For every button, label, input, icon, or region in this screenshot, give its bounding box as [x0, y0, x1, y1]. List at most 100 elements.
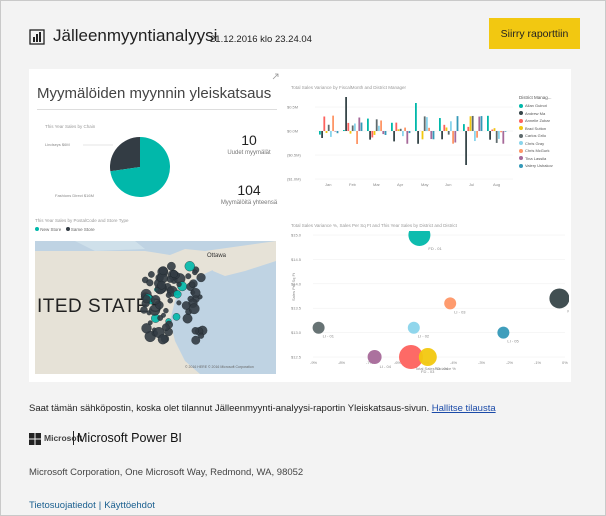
bar-legend-item: Chris Gray [519, 141, 569, 146]
bar [380, 120, 382, 131]
legend-label: Annelie Zubar [525, 118, 550, 123]
bar [336, 131, 339, 134]
bar [498, 131, 500, 139]
y-tick: $15.0 [291, 233, 302, 238]
bar [426, 117, 428, 131]
pie-label: Fashions Direct $16M [55, 193, 94, 198]
go-to-report-button[interactable]: Siirry raporttiin [489, 18, 580, 49]
bar [345, 97, 347, 131]
x-tick: -1% [534, 360, 542, 365]
store-dot [162, 323, 170, 332]
map-title: This Year Sales by PostalCode and Store … [35, 218, 129, 223]
bar [463, 124, 465, 131]
legend-dot [519, 111, 523, 115]
bar [487, 115, 489, 131]
store-dot [198, 332, 205, 339]
bubble-label: FD - 01 [428, 246, 442, 251]
bar [343, 130, 345, 131]
store-dot [158, 266, 168, 276]
legend-label: Chris McGurk [525, 148, 550, 153]
bar [391, 122, 393, 131]
report-snapshot[interactable]: Myymälöiden myynnin yleiskatsaus This Ye… [29, 69, 571, 382]
x-tick: Jan [325, 182, 331, 187]
terms-link[interactable]: Käyttöehdot [104, 500, 155, 511]
x-tick: May [421, 182, 429, 187]
bar [495, 131, 498, 143]
pie-slice [110, 137, 140, 172]
expand-icon[interactable] [272, 73, 279, 80]
privacy-link[interactable]: Tietosuojatiedot [29, 500, 96, 511]
bar [447, 131, 450, 135]
bar [428, 127, 430, 131]
bar [349, 131, 352, 134]
bar [384, 131, 387, 135]
x-tick: 0% [562, 360, 568, 365]
bubble [444, 297, 457, 310]
y-tick: $0.0M [287, 129, 298, 134]
bar [356, 131, 358, 144]
store-dot [192, 269, 198, 276]
bubble-label: FD - 02 [567, 308, 569, 313]
bar [415, 103, 417, 131]
bar [439, 118, 441, 131]
legend-dot [519, 118, 523, 123]
bar [465, 131, 467, 165]
bar [467, 126, 470, 131]
bubble-label: FD - 04 [435, 366, 449, 371]
email-frame: Jälleenmyyntianalyysi 21.12.2016 klo 23.… [0, 0, 606, 516]
bubble [367, 350, 382, 364]
bubble-label: LI - 02 [418, 334, 430, 339]
overview-title: Myymälöiden myynnin yleiskatsaus [37, 85, 272, 102]
y-tick: ($0.5M) [287, 153, 301, 158]
bar [480, 116, 483, 131]
bar-chart-title: Total Sales Variance by FiscalMonth and … [291, 85, 406, 90]
bubble [549, 288, 569, 309]
store-dot [165, 292, 172, 299]
bar [406, 131, 409, 144]
subscription-notice: Saat tämän sähköpostin, koska olet tilan… [29, 403, 496, 414]
bar [399, 128, 402, 131]
product-name: Microsoft Power BI [77, 431, 182, 445]
bar [471, 115, 474, 131]
variance-bar-chart: $0.5M $0.0M ($0.5M) ($1.0M) Jan Feb Mar Apr May J… [287, 97, 513, 187]
y-tick: $12.5 [291, 355, 302, 360]
store-dot [157, 315, 164, 321]
bar [375, 119, 378, 131]
bar [325, 131, 328, 133]
store-dot [140, 306, 148, 314]
bar-legend-item: Allan Guinot [519, 103, 569, 108]
bar [358, 117, 361, 131]
bar [319, 131, 321, 135]
bar [408, 131, 411, 134]
bar-legend-item: Carlos Grilo [519, 133, 569, 138]
bar-legend-item: Brad Sutton [519, 126, 569, 131]
map-legend-same: Same Store [70, 227, 95, 232]
bar [351, 125, 354, 131]
bar [478, 116, 481, 131]
bar [369, 131, 371, 140]
logo-divider [73, 431, 74, 445]
notice-text: Saat tämän sähköpostin, koska olet tilan… [29, 403, 430, 414]
bubble-chart: $15.0$14.5$14.0$13.5$13.0$12.5-9% -8% -7% -… [291, 231, 569, 374]
map-legend-new: New Store [40, 227, 62, 232]
legend-dot [519, 141, 523, 145]
manage-subscription-link[interactable]: Hallitse tilausta [432, 403, 496, 414]
bar-legend-item: Tina Lassila [519, 156, 569, 161]
store-dot [157, 334, 168, 345]
bubble-chart-title: Total Sales Variance %, Sales Per Sq Ft … [291, 223, 457, 228]
y-tick: $13.5 [291, 306, 302, 311]
pie-chart: Lindseys $6M Fashions Direct $16M [45, 137, 171, 198]
store-map[interactable]: ITED STATES Ottawa © 2016 HERE © 2016 Mi… [35, 241, 276, 374]
bubble-label: LI - 03 [454, 309, 466, 314]
bar [371, 131, 374, 138]
store-dot [147, 320, 153, 326]
bar-legend-item: Andrew Ma [519, 111, 569, 116]
bar-legend-title: District Manag... [519, 95, 552, 100]
bar [445, 127, 448, 131]
bar [334, 131, 337, 132]
bar [395, 122, 398, 131]
legend-dot [519, 156, 523, 160]
pie-label: Lindseys $6M [45, 142, 70, 147]
store-dot [170, 270, 178, 278]
store-dot [148, 271, 155, 278]
